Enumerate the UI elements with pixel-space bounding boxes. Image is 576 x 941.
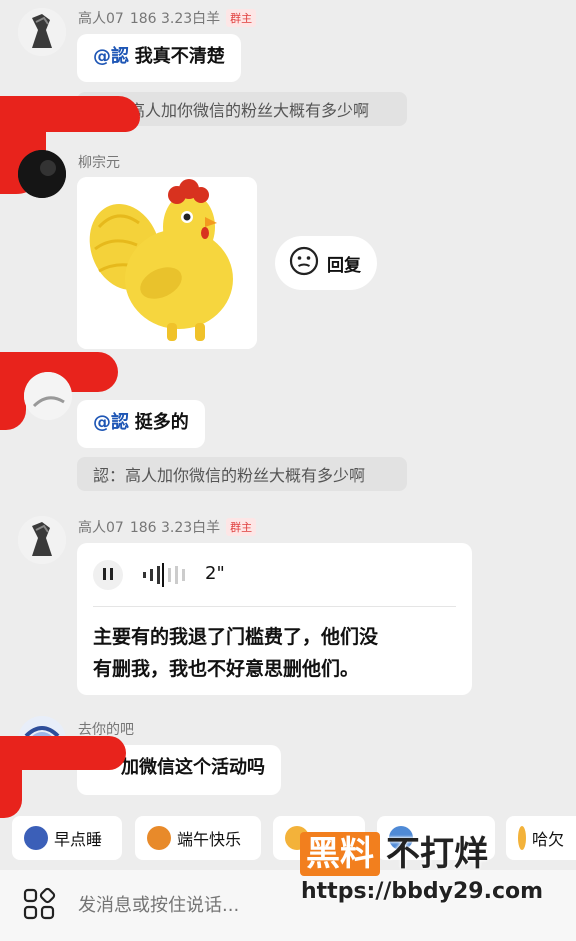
voice-duration: 2": [205, 563, 225, 584]
sender-meta: 186 3.23白羊: [129, 11, 221, 27]
sender-name: 高人07: [78, 11, 124, 27]
quick-chip[interactable]: 端午快乐: [135, 816, 261, 860]
group-owner-badge: 群主: [226, 518, 257, 536]
mention[interactable]: @認: [93, 412, 129, 433]
avatar[interactable]: [18, 516, 66, 564]
message-text: 挺多的: [134, 412, 189, 433]
pause-button[interactable]: [93, 560, 123, 590]
waveform-icon: [141, 563, 191, 591]
quick-chip[interactable]: 哈欠: [506, 816, 576, 860]
sender-name: 柳宗元: [78, 155, 120, 171]
watermark-logo: 黑料 不打烊: [300, 832, 488, 876]
watermark-brand-box: 黑料: [300, 832, 380, 876]
avatar[interactable]: [18, 8, 66, 56]
avatar[interactable]: [18, 150, 66, 198]
sticker-message[interactable]: [77, 177, 257, 349]
mention[interactable]: @認: [93, 46, 129, 67]
group-owner-badge: 群主: [226, 9, 257, 27]
transcript-line: 有删我，我也不好意思删他们。: [93, 658, 360, 680]
voice-message[interactable]: 2" 主要有的我退了门槛费了，他们没 有删我，我也不好意思删他们。: [77, 543, 472, 695]
reply-button[interactable]: 回复: [275, 236, 377, 290]
more-apps-button[interactable]: [22, 887, 58, 923]
sender-meta: 186 3.23白羊: [129, 520, 221, 536]
reply-label: 回复: [327, 255, 361, 276]
quoted-text: 認：高人加你微信的粉丝大概有多少啊: [93, 466, 366, 485]
divider: [93, 606, 456, 607]
redaction-mark: [0, 370, 26, 430]
sender-name: 高人07: [78, 520, 124, 536]
chip-label: 端午快乐: [177, 830, 242, 849]
quick-chip[interactable]: 早点睡: [12, 816, 122, 860]
message-bubble[interactable]: @認 我真不清楚: [77, 34, 241, 82]
face-icon: [289, 246, 319, 281]
sleep-emoji-icon: [24, 826, 48, 850]
chip-label: 早点睡: [54, 830, 103, 849]
sender-name-line: 高人07 186 3.23白羊 群主: [78, 8, 257, 28]
tiger-emoji-icon: [147, 826, 171, 850]
transcript-line: 主要有的我退了门槛费了，他们没: [93, 626, 379, 648]
avatar[interactable]: [24, 372, 72, 420]
message-text: 加微信这个活动吗: [121, 757, 265, 778]
redaction-mark: [0, 752, 22, 818]
sender-name-line: 高人07 186 3.23白羊 群主: [78, 517, 257, 537]
yawn-emoji-icon: [518, 826, 526, 850]
quoted-message[interactable]: 認：高人加你微信的粉丝大概有多少啊: [77, 457, 407, 491]
message-text: 我真不清楚: [134, 46, 225, 67]
watermark-url: https://bbdy29.com: [301, 879, 544, 904]
chip-label: 哈欠: [531, 830, 564, 849]
watermark-brand-text: 不打烊: [386, 834, 488, 874]
sender-name-line: 柳宗元: [78, 152, 120, 172]
voice-transcript: 主要有的我退了门槛费了，他们没 有删我，我也不好意思删他们。: [93, 621, 378, 685]
chicken-sticker-icon: [77, 177, 257, 349]
message-bubble[interactable]: @認 挺多的: [77, 400, 205, 448]
pause-icon: [102, 566, 114, 585]
grid-icon: [22, 887, 58, 927]
quoted-text: 高人加你微信的粉丝大概有多少啊: [129, 101, 370, 120]
